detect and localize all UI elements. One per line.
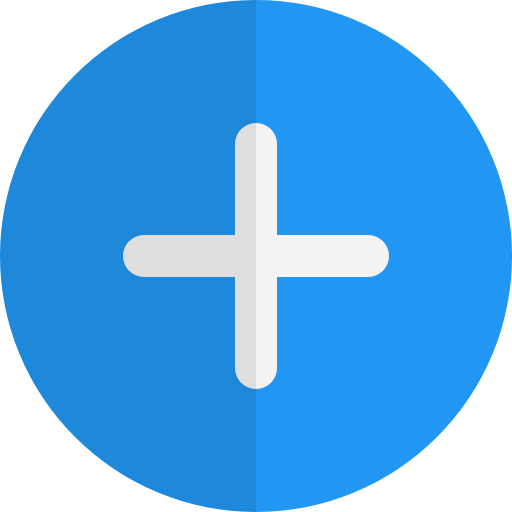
add-icon-canvas — [0, 0, 512, 512]
add-circle-icon[interactable] — [0, 0, 512, 512]
